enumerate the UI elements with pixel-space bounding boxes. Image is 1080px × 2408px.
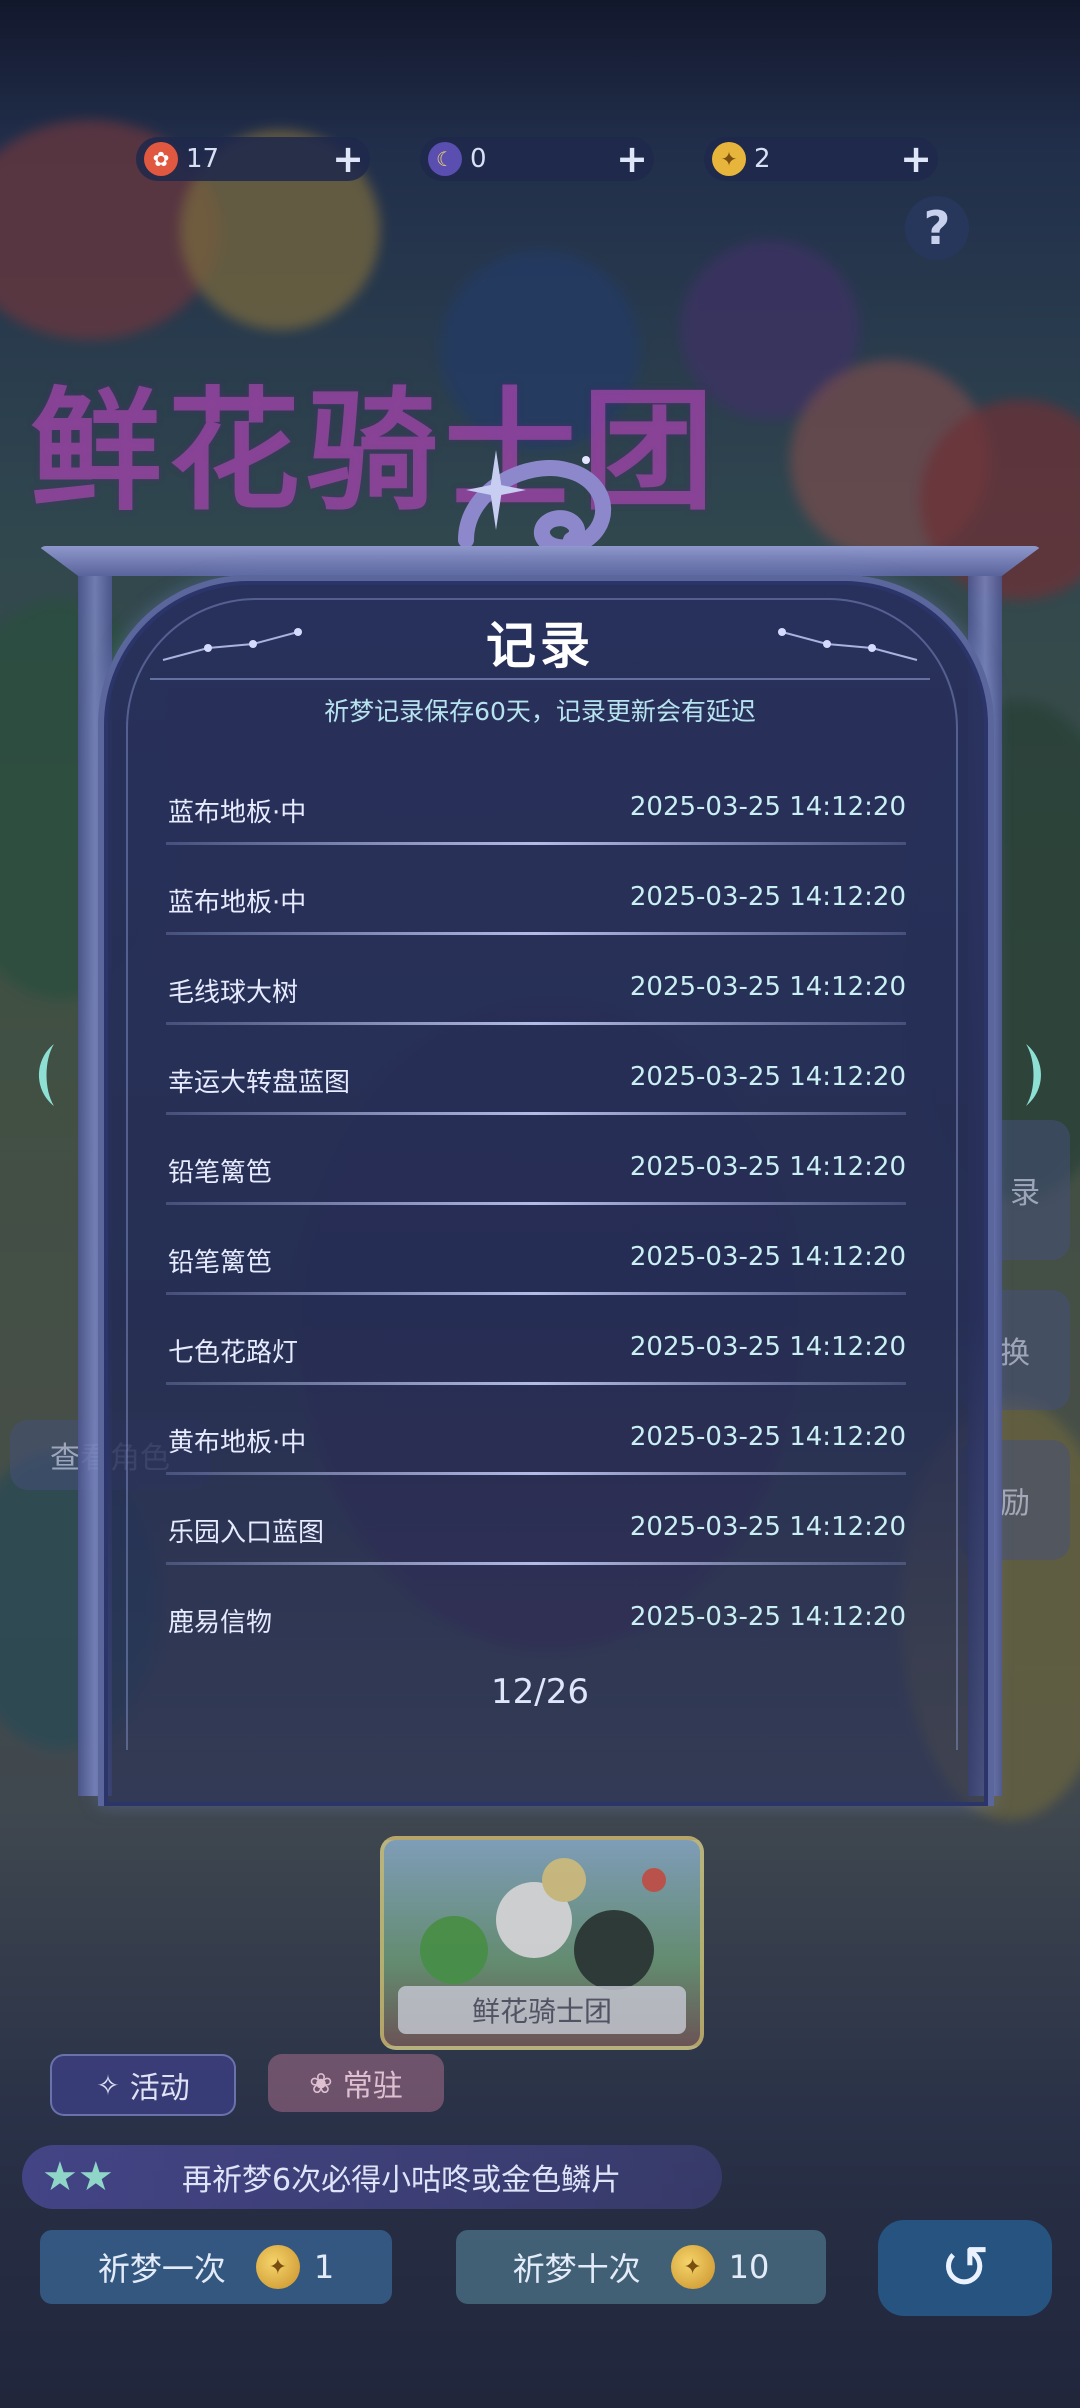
record-item-name: 七色花路灯 bbox=[168, 1338, 299, 1368]
guarantee-tip: ★★ 再祈梦6次必得小咕咚或金色鳞片 bbox=[22, 2145, 722, 2209]
row-divider bbox=[166, 1382, 906, 1385]
record-row: 黄布地板·中 2025-03-25 14:12:20 bbox=[166, 1390, 906, 1480]
tab-regular[interactable]: ❀ 常驻 bbox=[268, 2054, 444, 2112]
record-row: 毛线球大树 2025-03-25 14:12:20 bbox=[166, 940, 906, 1030]
help-icon[interactable]: ? bbox=[905, 196, 969, 260]
currency-flower: ✿ 17 + bbox=[136, 137, 370, 181]
title-divider bbox=[150, 678, 930, 680]
record-row: 蓝布地板·中 2025-03-25 14:12:20 bbox=[166, 760, 906, 850]
currency-moon: ☾ 0 + bbox=[420, 137, 654, 181]
row-divider bbox=[166, 1292, 906, 1295]
record-item-name: 鹿易信物 bbox=[168, 1608, 273, 1638]
return-arrow-icon: ↺ bbox=[939, 2233, 991, 2303]
record-list: 蓝布地板·中 2025-03-25 14:12:20 蓝布地板·中 2025-03-… bbox=[166, 760, 906, 1660]
record-item-name: 蓝布地板·中 bbox=[168, 798, 307, 828]
pray-once-label: 祈梦一次 bbox=[97, 2250, 226, 2288]
pray-once-button[interactable]: 祈梦一次 ✦ 1 bbox=[40, 2230, 392, 2304]
record-item-name: 蓝布地板·中 bbox=[168, 888, 307, 918]
firework-icon: ✧ bbox=[96, 2068, 120, 2102]
currency-value: 17 bbox=[186, 144, 220, 174]
record-item-name: 铅笔篱笆 bbox=[168, 1248, 273, 1278]
pool-illustration-icon bbox=[420, 1858, 666, 1990]
record-item-name: 铅笔篱笆 bbox=[168, 1158, 273, 1188]
currency-value: 0 bbox=[470, 144, 487, 174]
record-time: 2025-03-25 14:12:20 bbox=[629, 1062, 906, 1092]
record-time: 2025-03-25 14:12:20 bbox=[629, 1602, 906, 1632]
tab-activity[interactable]: ✧ 活动 bbox=[50, 2054, 236, 2116]
record-row: 蓝布地板·中 2025-03-25 14:12:20 bbox=[166, 850, 906, 940]
add-currency-button[interactable]: + bbox=[894, 137, 938, 181]
row-divider bbox=[166, 1022, 906, 1025]
pray-ten-cost: 10 bbox=[728, 2248, 770, 2286]
record-row: 鹿易信物 2025-03-25 14:12:20 bbox=[166, 1570, 906, 1660]
pray-ten-label: 祈梦十次 bbox=[512, 2250, 641, 2288]
gold-scale-icon: ✦ bbox=[712, 142, 746, 176]
record-time: 2025-03-25 14:12:20 bbox=[629, 1332, 906, 1362]
previous-page-button[interactable] bbox=[28, 1040, 58, 1110]
record-time: 2025-03-25 14:12:20 bbox=[629, 882, 906, 912]
row-divider bbox=[166, 1472, 906, 1475]
pool-label: 鲜花骑士团 bbox=[398, 1986, 686, 2034]
gold-scale-icon: ✦ bbox=[255, 2245, 300, 2289]
record-time: 2025-03-25 14:12:20 bbox=[629, 1512, 906, 1542]
modal-title: 记录 bbox=[486, 617, 594, 675]
back-button[interactable]: ↺ bbox=[878, 2220, 1052, 2316]
currency-value: 2 bbox=[754, 144, 771, 174]
record-row: 乐园入口蓝图 2025-03-25 14:12:20 bbox=[166, 1480, 906, 1570]
record-time: 2025-03-25 14:12:20 bbox=[629, 1152, 906, 1182]
row-divider bbox=[166, 1112, 906, 1115]
add-currency-button[interactable]: + bbox=[610, 137, 654, 181]
tab-activity-label: 活动 bbox=[129, 2071, 190, 2106]
stars-icon: ★★ bbox=[42, 2154, 114, 2200]
row-divider bbox=[166, 1562, 906, 1565]
gold-scale-icon: ✦ bbox=[670, 2245, 715, 2289]
record-row: 七色花路灯 2025-03-25 14:12:20 bbox=[166, 1300, 906, 1390]
ribbon-icon: ❀ bbox=[309, 2066, 333, 2100]
currency-gold: ✦ 2 + bbox=[704, 137, 938, 181]
record-row: 幸运大转盘蓝图 2025-03-25 14:12:20 bbox=[166, 1030, 906, 1120]
pray-once-cost: 1 bbox=[313, 2248, 335, 2286]
modal-subtitle: 祈梦记录保存60天，记录更新会有延迟 bbox=[324, 697, 756, 726]
record-time: 2025-03-25 14:12:20 bbox=[629, 972, 906, 1002]
page-indicator: 12/26 bbox=[491, 1672, 589, 1712]
next-page-button[interactable] bbox=[1022, 1040, 1052, 1110]
guarantee-text: 再祈梦6次必得小咕咚或金色鳞片 bbox=[182, 2163, 622, 2198]
record-item-name: 幸运大转盘蓝图 bbox=[168, 1068, 351, 1098]
record-item-name: 毛线球大树 bbox=[168, 978, 299, 1008]
record-row: 铅笔篱笆 2025-03-25 14:12:20 bbox=[166, 1120, 906, 1210]
moon-coin-icon: ☾ bbox=[428, 142, 462, 176]
record-time: 2025-03-25 14:12:20 bbox=[629, 1422, 906, 1452]
record-item-name: 乐园入口蓝图 bbox=[168, 1518, 325, 1548]
record-time: 2025-03-25 14:12:20 bbox=[629, 792, 906, 822]
record-item-name: 黄布地板·中 bbox=[168, 1428, 307, 1458]
tab-regular-label: 常驻 bbox=[342, 2069, 403, 2104]
pray-ten-button[interactable]: 祈梦十次 ✦ 10 bbox=[456, 2230, 826, 2304]
record-modal: 记录 祈梦记录保存60天，记录更新会有延迟 蓝布地板·中 2025-03-25 1… bbox=[38, 450, 1042, 1806]
row-divider bbox=[166, 932, 906, 935]
row-divider bbox=[166, 842, 906, 845]
record-row: 铅笔篱笆 2025-03-25 14:12:20 bbox=[166, 1210, 906, 1300]
record-time: 2025-03-25 14:12:20 bbox=[629, 1242, 906, 1272]
row-divider bbox=[166, 1202, 906, 1205]
flower-coin-icon: ✿ bbox=[144, 142, 178, 176]
add-currency-button[interactable]: + bbox=[326, 137, 370, 181]
pool-card[interactable]: 鲜花骑士团 bbox=[380, 1836, 704, 2050]
frame-ledge bbox=[38, 546, 1042, 576]
